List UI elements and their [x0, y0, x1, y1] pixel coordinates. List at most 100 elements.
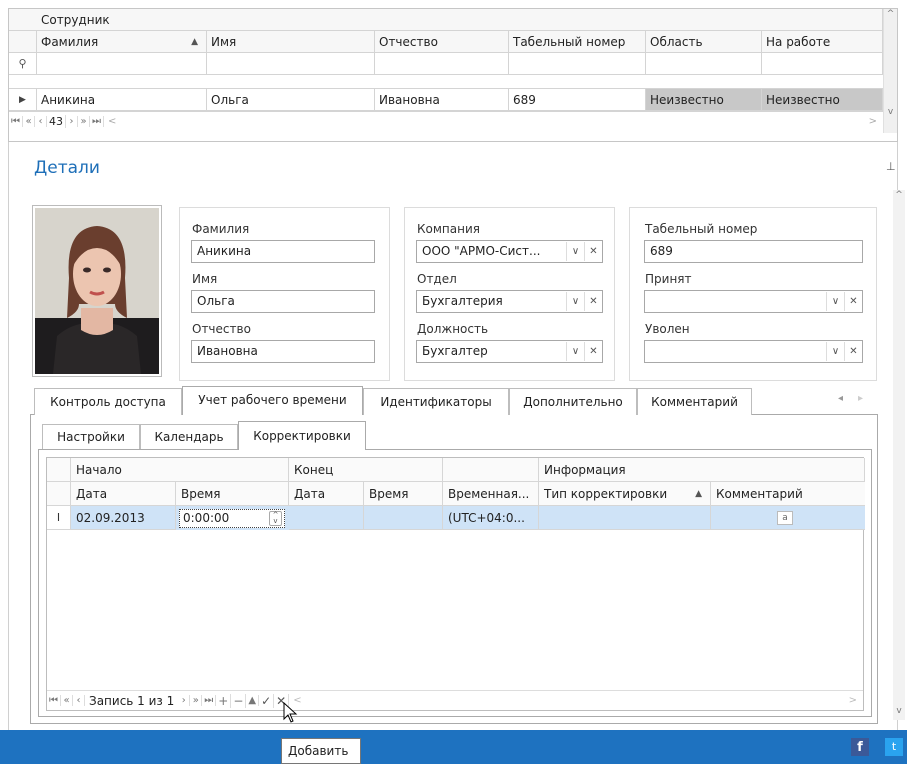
- first-record-icon[interactable]: ⏮: [9, 116, 23, 127]
- tab-access-control[interactable]: Контроль доступа: [34, 388, 182, 415]
- details-scrollbar[interactable]: ^ v: [893, 190, 905, 720]
- scroll-down-icon[interactable]: v: [884, 107, 897, 117]
- column-header-first-name[interactable]: Имя: [207, 31, 375, 53]
- column-header-timezone[interactable]: Временная...: [443, 482, 539, 506]
- filter-cell[interactable]: [646, 53, 762, 75]
- tab-number-input[interactable]: 689: [644, 240, 863, 263]
- cell-correction-type[interactable]: [539, 506, 711, 530]
- clear-icon[interactable]: ✕: [844, 342, 862, 361]
- clear-icon[interactable]: ✕: [584, 242, 602, 261]
- next-page-icon[interactable]: »: [78, 116, 90, 127]
- scroll-up-icon[interactable]: ^: [893, 190, 905, 200]
- clear-icon[interactable]: ✕: [584, 342, 602, 361]
- column-header-correction-type[interactable]: Тип корректировки ▲: [539, 482, 711, 506]
- tabs-scroll-right-icon[interactable]: ▸: [858, 393, 863, 404]
- department-value: Бухгалтерия: [422, 294, 503, 308]
- last-record-icon[interactable]: ⏭: [202, 695, 217, 706]
- current-record-number[interactable]: 43: [47, 115, 66, 128]
- cell-end-date[interactable]: [289, 506, 364, 530]
- start-time-editor[interactable]: 0:00:00 ^ v: [179, 509, 285, 528]
- prev-record-icon[interactable]: ‹: [73, 695, 85, 706]
- pin-icon[interactable]: ⊥: [886, 160, 896, 173]
- chevron-down-icon[interactable]: ∨: [566, 342, 584, 361]
- start-time-value: 0:00:00: [183, 511, 230, 525]
- column-header-last-name[interactable]: Фамилия ▲: [37, 31, 207, 53]
- last-record-icon[interactable]: ⏭: [90, 116, 104, 127]
- tab-time-tracking[interactable]: Учет рабочего времени: [182, 386, 363, 415]
- column-header-comment[interactable]: Комментарий: [711, 482, 865, 506]
- add-record-icon[interactable]: +: [216, 693, 232, 708]
- cell-last-name[interactable]: Аникина: [37, 89, 207, 111]
- filter-cell[interactable]: [207, 53, 375, 75]
- memo-icon[interactable]: a: [777, 511, 793, 525]
- cell-start-date[interactable]: 02.09.2013: [71, 506, 176, 530]
- details-title: Детали: [34, 158, 100, 178]
- tab-comment[interactable]: Комментарий: [637, 388, 752, 415]
- cell-tab-number[interactable]: 689: [509, 89, 646, 111]
- column-header-region[interactable]: Область: [646, 31, 762, 53]
- column-header-label: Фамилия: [41, 35, 99, 49]
- department-select[interactable]: Бухгалтерия ∨ ✕: [416, 290, 603, 313]
- column-header-end-time[interactable]: Время: [364, 482, 443, 506]
- scroll-right-icon[interactable]: >: [869, 116, 877, 127]
- column-header-at-work[interactable]: На работе: [762, 31, 883, 53]
- cell-end-time[interactable]: [364, 506, 443, 530]
- filter-cell[interactable]: [762, 53, 883, 75]
- fired-date-input[interactable]: ∨ ✕: [644, 340, 863, 363]
- first-name-input[interactable]: Ольга: [191, 290, 375, 313]
- first-record-icon[interactable]: ⏮: [47, 695, 61, 706]
- facebook-icon[interactable]: f: [851, 738, 869, 756]
- subtab-settings[interactable]: Настройки: [42, 424, 140, 449]
- cell-comment[interactable]: a: [711, 506, 865, 530]
- cell-region[interactable]: Неизвестно: [646, 89, 762, 111]
- next-record-icon[interactable]: ›: [178, 695, 191, 706]
- next-record-icon[interactable]: ›: [66, 116, 78, 127]
- column-header-end-date[interactable]: Дата: [289, 482, 364, 506]
- subtab-corrections[interactable]: Корректировки: [238, 421, 366, 450]
- cell-first-name[interactable]: Ольга: [207, 89, 375, 111]
- clear-icon[interactable]: ✕: [844, 292, 862, 311]
- scroll-right-icon[interactable]: >: [849, 695, 857, 706]
- sort-ascending-icon: ▲: [695, 489, 702, 499]
- scroll-up-icon[interactable]: ^: [884, 9, 897, 19]
- employee-photo[interactable]: [32, 205, 162, 377]
- delete-record-icon[interactable]: −: [231, 693, 247, 708]
- subtab-calendar[interactable]: Календарь: [140, 424, 238, 449]
- chevron-down-icon[interactable]: ∨: [826, 342, 844, 361]
- apply-edit-icon[interactable]: ✓: [259, 693, 275, 708]
- status-bar: f t: [0, 730, 907, 764]
- scroll-down-icon[interactable]: v: [893, 706, 905, 716]
- band-blank: [443, 458, 539, 482]
- spin-updown-icon[interactable]: ^ v: [269, 511, 282, 526]
- chevron-down-icon[interactable]: ∨: [566, 242, 584, 261]
- filter-cell[interactable]: [37, 53, 207, 75]
- twitter-icon[interactable]: t: [885, 738, 903, 756]
- position-select[interactable]: Бухгалтер ∨ ✕: [416, 340, 603, 363]
- next-page-icon[interactable]: »: [190, 695, 203, 706]
- prev-page-icon[interactable]: «: [23, 116, 35, 127]
- tab-additional[interactable]: Дополнительно: [509, 388, 637, 415]
- column-header-patronymic[interactable]: Отчество: [375, 31, 509, 53]
- prev-page-icon[interactable]: «: [61, 695, 73, 706]
- company-select[interactable]: ООО "АРМО-Сист... ∨ ✕: [416, 240, 603, 263]
- tab-identifiers[interactable]: Идентификаторы: [363, 388, 509, 415]
- clear-icon[interactable]: ✕: [584, 292, 602, 311]
- cell-timezone[interactable]: (UTC+04:0...: [443, 506, 539, 530]
- column-header-start-date[interactable]: Дата: [71, 482, 176, 506]
- filter-cell[interactable]: [375, 53, 509, 75]
- edit-record-icon[interactable]: ▲: [246, 695, 260, 706]
- tabs-scroll-left-icon[interactable]: ◂: [838, 393, 843, 404]
- scroll-left-icon[interactable]: <: [108, 116, 116, 127]
- chevron-down-icon[interactable]: ∨: [566, 292, 584, 311]
- hired-date-input[interactable]: ∨ ✕: [644, 290, 863, 313]
- column-header-tab-number[interactable]: Табельный номер: [509, 31, 646, 53]
- vertical-scrollbar[interactable]: ^ v: [883, 9, 897, 133]
- filter-cell[interactable]: [509, 53, 646, 75]
- cell-at-work[interactable]: Неизвестно: [762, 89, 883, 111]
- last-name-input[interactable]: Аникина: [191, 240, 375, 263]
- cell-patronymic[interactable]: Ивановна: [375, 89, 509, 111]
- chevron-down-icon[interactable]: ∨: [826, 292, 844, 311]
- prev-record-icon[interactable]: ‹: [35, 116, 47, 127]
- column-header-start-time[interactable]: Время: [176, 482, 289, 506]
- patronymic-input[interactable]: Ивановна: [191, 340, 375, 363]
